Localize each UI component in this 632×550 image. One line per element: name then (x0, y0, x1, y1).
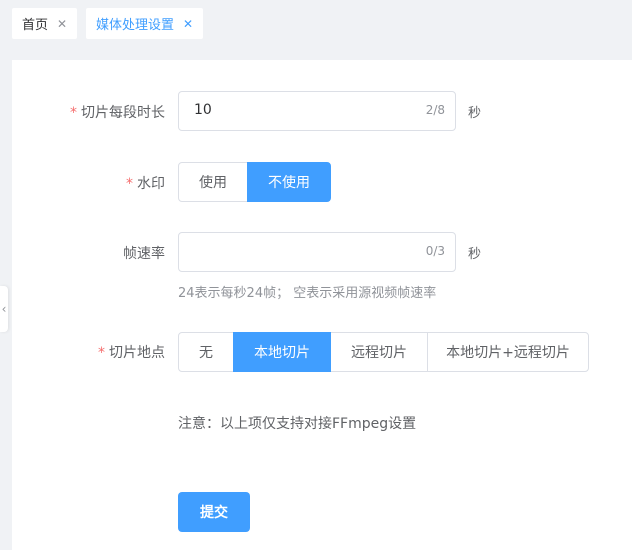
segment-duration-label: * 切片每段时长 (70, 105, 165, 121)
char-counter: 2/8 (425, 103, 445, 117)
unit-label: 秒 (468, 106, 482, 121)
slice-local-remote-option[interactable]: 本地切片+远程切片 (427, 332, 589, 372)
slice-location-label: * 切片地点 (98, 345, 165, 361)
frame-rate-hint: 24表示每秒24帧； 空表示采用源视频帧速率 (178, 286, 437, 301)
tab-media-settings[interactable]: 媒体处理设置 ✕ (86, 8, 204, 39)
slice-location-radio-group: 无 本地切片 远程切片 本地切片+远程切片 (178, 332, 589, 372)
close-icon[interactable]: ✕ (57, 17, 67, 31)
input-value: 10 (194, 102, 212, 118)
slice-remote-option[interactable]: 远程切片 (330, 332, 428, 372)
unit-label: 秒 (468, 247, 482, 262)
sidebar-collapse-handle[interactable]: ‹ (0, 286, 8, 332)
tab-bar: 首页 ✕ 媒体处理设置 ✕ (0, 0, 632, 48)
form-panel (12, 60, 632, 550)
required-mark: * (70, 105, 77, 121)
tab-label: 媒体处理设置 (96, 18, 175, 33)
slice-local-option[interactable]: 本地切片 (233, 332, 331, 372)
segment-duration-input[interactable]: 10 2/8 (178, 91, 456, 131)
tab-label: 首页 (22, 18, 49, 33)
required-mark: * (98, 345, 105, 361)
frame-rate-input[interactable]: 0/3 (178, 232, 456, 272)
slice-none-option[interactable]: 无 (178, 332, 234, 372)
close-icon[interactable]: ✕ (183, 17, 193, 31)
chevron-left-icon: ‹ (1, 302, 7, 316)
char-counter: 0/3 (425, 244, 445, 258)
required-mark: * (126, 176, 133, 192)
tab-home[interactable]: 首页 ✕ (12, 8, 78, 39)
watermark-toggle: 使用 不使用 (178, 162, 331, 202)
watermark-label: * 水印 (126, 176, 165, 192)
submit-button[interactable]: 提交 (178, 492, 250, 532)
ffmpeg-note: 注意：以上项仅支持对接FFmpeg设置 (178, 416, 417, 432)
frame-rate-label: 帧速率 (123, 246, 165, 262)
watermark-off-option[interactable]: 不使用 (247, 162, 331, 202)
watermark-on-option[interactable]: 使用 (178, 162, 248, 202)
